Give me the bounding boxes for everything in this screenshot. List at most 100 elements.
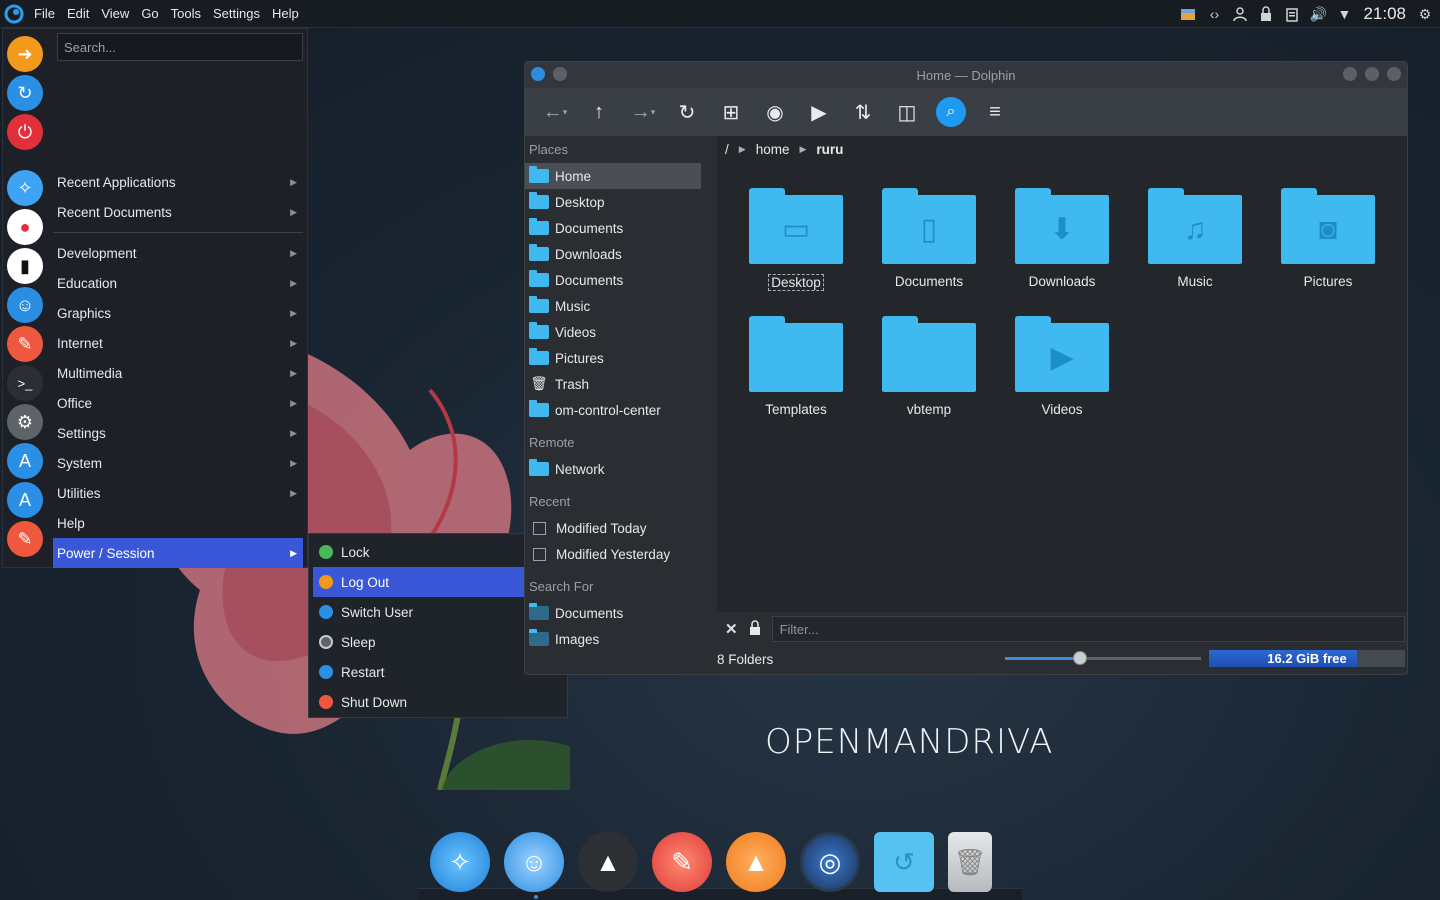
place-pictures[interactable]: Pictures [525,345,701,371]
breadcrumb-home[interactable]: home [756,142,790,157]
folder-pictures[interactable]: ◙ Pictures [1269,188,1387,289]
minimize-button[interactable] [1343,67,1357,81]
new-folder-button[interactable]: ⊞ [711,94,751,130]
place-documents-2[interactable]: Documents [525,267,701,293]
chat-icon[interactable]: ● [7,209,43,245]
category-recent-documents[interactable]: Recent Documents ▶ [53,197,303,227]
network-icon[interactable]: ‹› [1205,5,1223,23]
category-office[interactable]: Office ▶ [53,388,303,418]
slider-handle[interactable] [1073,651,1087,665]
menu-tools[interactable]: Tools [165,0,207,28]
power-icon[interactable]: ⏻ [7,114,43,150]
category-multimedia[interactable]: Multimedia ▶ [53,358,303,388]
phone-icon[interactable]: ▮ [7,248,43,284]
category-power-session[interactable]: Power / Session ▶ [53,538,303,568]
breadcrumb-root[interactable]: / [725,142,729,157]
place-trash[interactable]: 🗑 Trash [525,371,701,397]
zoom-slider[interactable] [1005,651,1201,665]
finder-icon[interactable]: ☺ [7,287,43,323]
window-titlebar[interactable]: Home — Dolphin [525,62,1407,88]
category-settings[interactable]: Settings ▶ [53,418,303,448]
places-scrollbar[interactable] [701,136,713,666]
place-desktop[interactable]: Desktop [525,189,701,215]
trash-icon[interactable]: 🗑 [948,832,992,892]
reload-button[interactable]: ↻ [667,94,707,130]
inkscape-icon[interactable]: ▲ [578,832,638,892]
terminal-button[interactable]: ▶ [799,94,839,130]
menu-file[interactable]: File [28,0,61,28]
openmandriva-logo-icon[interactable] [0,0,28,28]
arrow-icon[interactable]: ➜ [7,36,43,72]
menu-edit[interactable]: Edit [61,0,95,28]
dolphin-app-icon[interactable] [531,67,545,81]
maximize-button[interactable] [1365,67,1379,81]
user-icon[interactable] [1231,5,1249,23]
menu-search-input[interactable]: Search... [57,33,303,61]
pencil-icon[interactable]: ✎ [7,326,43,362]
safari-icon[interactable]: ✧ [7,170,43,206]
gear-icon[interactable]: ⚙ [1416,5,1434,23]
package-icon[interactable] [1179,5,1197,23]
hamburger-menu-icon[interactable]: ≡ [975,94,1015,130]
split-view-button[interactable]: ◫ [887,94,927,130]
category-system[interactable]: System ▶ [53,448,303,478]
folder-videos[interactable]: ▶ Videos [1003,316,1121,417]
back-button[interactable]: ← ▾ [535,94,575,130]
terminal-icon[interactable]: >_ [7,365,43,401]
menu-settings[interactable]: Settings [207,0,266,28]
pencil-icon[interactable]: ✎ [652,832,712,892]
appstore-icon[interactable]: A [7,443,43,479]
folder-downloads[interactable]: ⬇ Downloads [1003,188,1121,289]
lock-icon[interactable] [1257,5,1275,23]
search-button[interactable]: ⌕ [931,94,971,130]
appstore-icon[interactable]: A [7,482,43,518]
finder-icon[interactable]: ☺ [504,832,564,892]
folder-history-icon[interactable]: ↺ [874,832,934,892]
sort-button[interactable]: ⇅ [843,94,883,130]
breadcrumb-current[interactable]: ruru [816,142,843,157]
place-documents[interactable]: Documents [525,215,701,241]
folder-music[interactable]: ♫ Music [1136,188,1254,289]
folder-desktop[interactable]: ▭ Desktop [737,188,855,291]
category-graphics[interactable]: Graphics ▶ [53,298,303,328]
close-button[interactable] [1387,67,1401,81]
category-help[interactable]: Help [53,508,303,538]
place-music[interactable]: Music [525,293,701,319]
settings-icon[interactable]: ⚙ [7,404,43,440]
folder-templates[interactable]: Templates [737,316,855,417]
category-education[interactable]: Education ▶ [53,268,303,298]
place-om-control-center[interactable]: om-control-center [525,397,701,423]
recent-modified-today[interactable]: Modified Today [525,515,701,541]
disk-space-bar[interactable]: 16.2 GiB free [1209,650,1405,667]
safari-icon[interactable]: ✧ [430,832,490,892]
vlc-icon[interactable]: ▲ [726,832,786,892]
place-home[interactable]: Home [525,163,701,189]
search-documents[interactable]: Documents [525,600,701,626]
search-images[interactable]: Images [525,626,701,652]
pencil-icon[interactable]: ✎ [7,521,43,557]
category-recent-applications[interactable]: Recent Applications ▶ [53,167,303,197]
folder-vbtemp[interactable]: vbtemp [870,316,988,417]
pin-button[interactable] [553,67,567,81]
category-utilities[interactable]: Utilities ▶ [53,478,303,508]
place-videos[interactable]: Videos [525,319,701,345]
category-internet[interactable]: Internet ▶ [53,328,303,358]
close-filter-icon[interactable]: ✕ [725,620,738,638]
category-development[interactable]: Development ▶ [53,238,303,268]
shutdown-item[interactable]: Shut Down [313,687,563,717]
dropdown-icon[interactable]: ▼ [1335,5,1353,23]
recent-modified-yesterday[interactable]: Modified Yesterday [525,541,701,567]
menu-view[interactable]: View [95,0,135,28]
clock[interactable]: 21:08 [1363,4,1406,24]
menu-help[interactable]: Help [266,0,305,28]
place-downloads[interactable]: Downloads [525,241,701,267]
filter-input[interactable]: Filter... [771,616,1405,642]
forward-button[interactable]: → ▾ [623,94,663,130]
refresh-icon[interactable]: ↻ [7,75,43,111]
place-network[interactable]: Network [525,456,701,482]
preview-eye-icon[interactable]: ◉ [755,94,795,130]
menu-go[interactable]: Go [135,0,164,28]
volume-icon[interactable]: 🔊 [1309,5,1327,23]
disk-icon[interactable]: ◎ [800,832,860,892]
lock-icon[interactable] [748,619,762,639]
